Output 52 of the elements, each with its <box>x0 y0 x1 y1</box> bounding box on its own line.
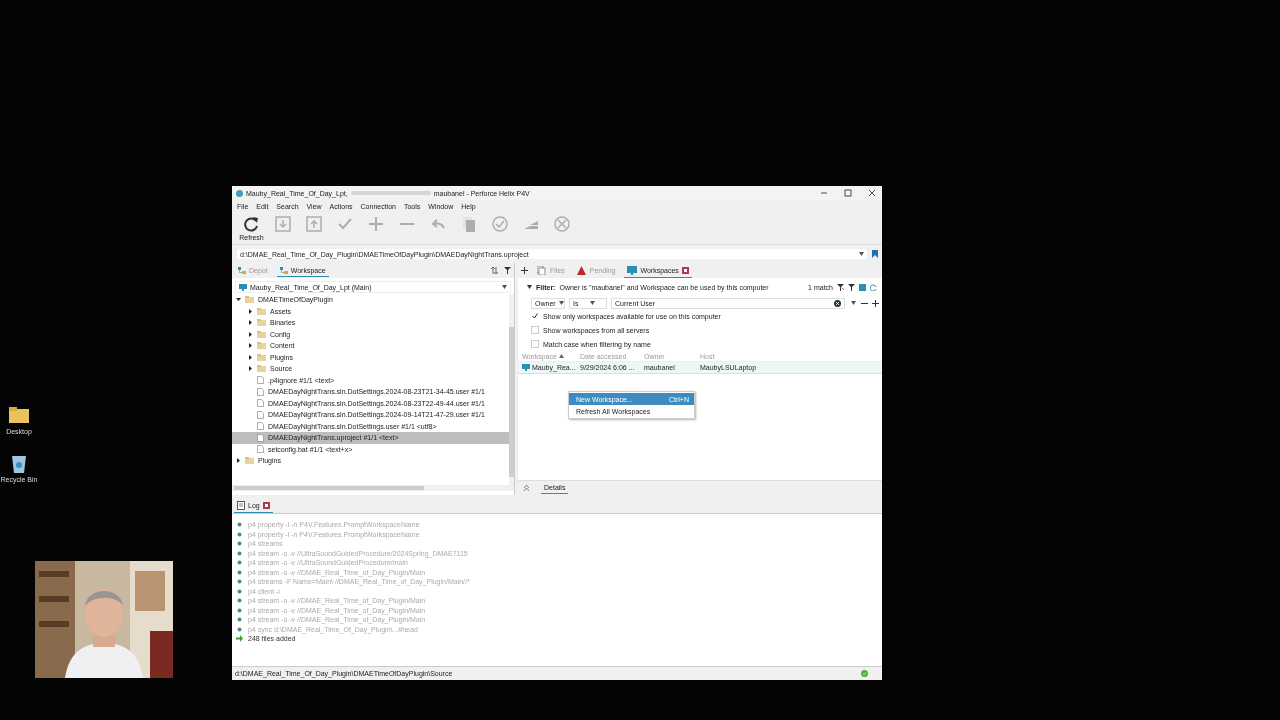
collapsed-arrow-icon[interactable] <box>248 308 253 314</box>
tree-icon <box>279 266 288 274</box>
dropdown-arrow-icon <box>558 301 564 305</box>
computer-icon <box>239 283 247 291</box>
expanded-arrow-icon[interactable] <box>236 297 241 303</box>
close-tab-icon[interactable] <box>262 502 270 509</box>
sort-arrow-icon <box>558 354 564 358</box>
collapsed-arrow-icon[interactable] <box>248 366 253 372</box>
clear-icon[interactable] <box>834 299 841 307</box>
collapsed-arrow-icon[interactable] <box>248 320 253 326</box>
checkbox[interactable] <box>531 312 539 320</box>
app-icon <box>236 189 243 197</box>
filter-icon[interactable] <box>848 283 855 291</box>
add-icon[interactable] <box>872 299 879 307</box>
refresh-icon <box>242 215 261 233</box>
warning-icon <box>576 265 587 275</box>
close-icon[interactable] <box>868 189 876 197</box>
sort-icon[interactable] <box>491 267 498 274</box>
folder-icon <box>257 307 266 315</box>
folder-icon <box>257 319 266 327</box>
add-tab-icon[interactable] <box>521 267 528 274</box>
folder-icon <box>245 457 254 465</box>
collapse-arrow-icon[interactable] <box>527 285 532 289</box>
dropdown-arrow-icon <box>589 301 595 305</box>
collapsed-arrow-icon[interactable] <box>248 331 253 337</box>
collapsed-arrow-icon[interactable] <box>236 458 241 464</box>
folder-icon <box>257 365 266 373</box>
folder-icon <box>257 353 266 361</box>
dropdown-arrow-icon <box>859 252 864 256</box>
filter-icon[interactable] <box>504 267 511 274</box>
tree-icon <box>238 266 246 274</box>
collapsed-arrow-icon[interactable] <box>248 354 253 360</box>
refresh-icon[interactable] <box>870 283 877 291</box>
folder-icon <box>257 330 266 338</box>
computer-icon <box>627 265 638 275</box>
computer-icon <box>522 364 530 371</box>
collapsed-arrow-icon[interactable] <box>248 343 253 349</box>
dropdown-arrow-icon <box>502 285 507 289</box>
connected-icon <box>861 670 868 677</box>
dropdown-arrow-icon[interactable] <box>850 301 856 305</box>
clear-filter-icon[interactable] <box>837 283 844 291</box>
close-tab-icon[interactable] <box>681 266 689 274</box>
maximize-icon[interactable] <box>844 189 852 197</box>
scrollbar-thumb[interactable] <box>509 327 514 477</box>
files-icon <box>537 265 547 275</box>
arrow-icon <box>236 635 243 643</box>
folder-icon <box>245 296 254 304</box>
scrollbar-thumb[interactable] <box>234 486 424 490</box>
expand-icon[interactable] <box>524 485 529 491</box>
folder-icon[interactable] <box>7 404 31 426</box>
folder-icon <box>257 342 266 350</box>
log-icon <box>237 501 245 510</box>
